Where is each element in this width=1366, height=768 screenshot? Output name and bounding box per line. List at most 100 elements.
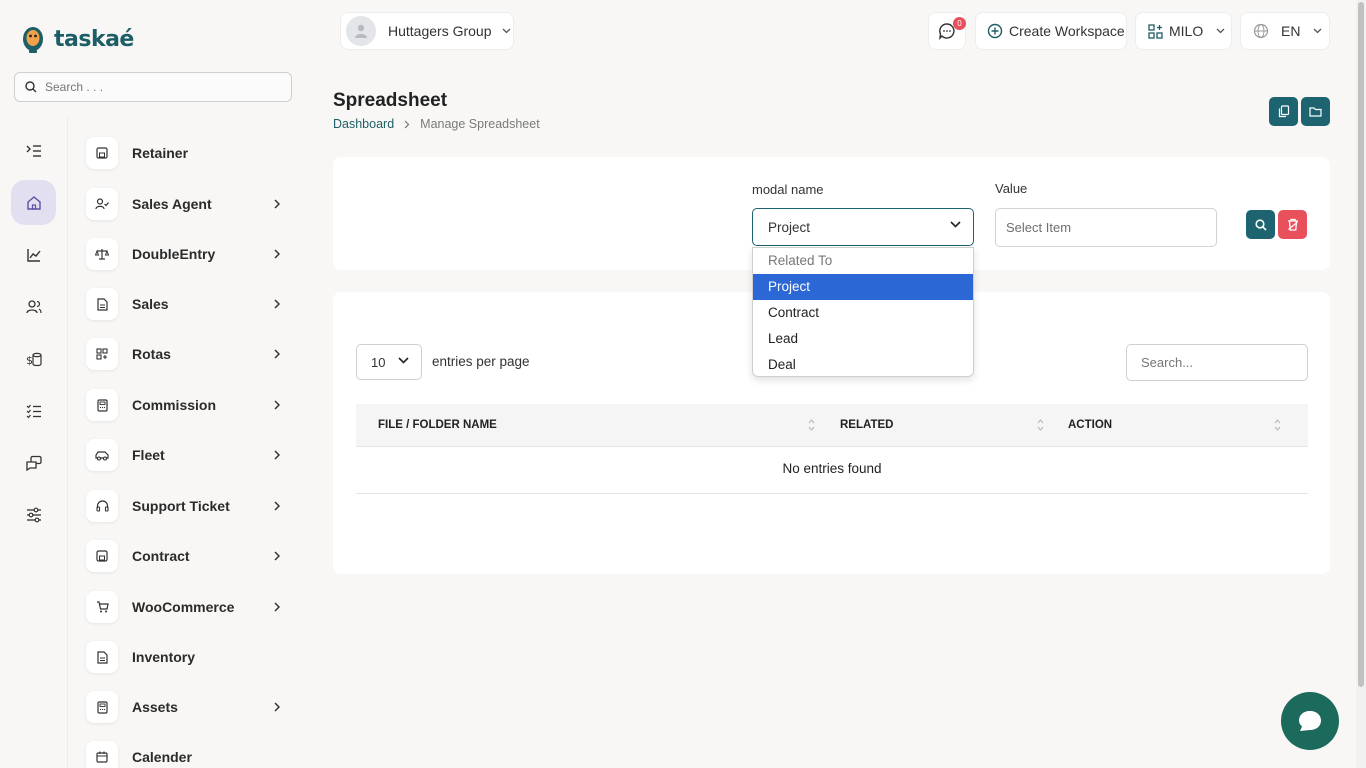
sidebar-item-inventory[interactable]: Inventory <box>86 639 286 675</box>
sidebar-item-label: WooCommerce <box>132 599 235 615</box>
chevron-right-icon <box>274 702 280 712</box>
icon-rail: $ <box>0 118 68 768</box>
table-search-input[interactable] <box>1126 344 1308 381</box>
chevron-down-icon <box>398 357 409 364</box>
create-file-button[interactable] <box>1269 97 1298 126</box>
option-deal[interactable]: Deal <box>753 352 973 376</box>
sort-icon[interactable] <box>1274 418 1281 432</box>
modal-name-dropdown: Related To Project Contract Lead Deal <box>752 247 974 377</box>
trash-icon <box>1287 218 1298 231</box>
search-icon <box>25 81 37 93</box>
file-icon <box>86 641 118 673</box>
create-workspace-button[interactable]: Create Workspace <box>975 12 1127 50</box>
plus-circle-icon <box>987 23 1003 39</box>
analytics-icon[interactable] <box>11 232 56 277</box>
chevron-down-icon <box>1313 28 1322 34</box>
sidebar-item-rotas[interactable]: Rotas <box>86 336 286 372</box>
headset-icon <box>86 490 118 522</box>
value-label: Value <box>995 181 1028 196</box>
sidebar-item-sales-agent[interactable]: Sales Agent <box>86 186 286 222</box>
chevron-right-icon <box>274 249 280 259</box>
page-scrollbar[interactable] <box>1356 0 1366 768</box>
users-icon[interactable] <box>11 284 56 329</box>
sidebar-item-label: Rotas <box>132 346 171 362</box>
chevron-down-icon <box>1216 28 1225 34</box>
logo-icon <box>23 27 43 53</box>
language-code: EN <box>1281 23 1301 39</box>
file-icon <box>86 288 118 320</box>
breadcrumb-current: Manage Spreadsheet <box>420 117 540 131</box>
home-icon[interactable] <box>11 180 56 225</box>
sidebar-item-label: Inventory <box>132 649 196 665</box>
chevron-right-icon <box>274 349 280 359</box>
sidebar-item-contract[interactable]: Contract <box>86 538 286 574</box>
sort-icon[interactable] <box>1037 418 1044 432</box>
sidebar-item-woocommerce[interactable]: WooCommerce <box>86 589 286 625</box>
chevron-down-icon <box>502 28 510 34</box>
messages-icon[interactable] <box>11 440 56 485</box>
chevron-right-icon <box>274 551 280 561</box>
option-project[interactable]: Project <box>753 274 973 300</box>
sidebar-item-calender[interactable]: Calender <box>86 739 286 768</box>
settings-sliders-icon[interactable] <box>11 492 56 537</box>
reset-filter-button[interactable] <box>1278 210 1307 239</box>
sort-icon[interactable] <box>808 418 815 432</box>
apps-icon <box>1148 23 1163 39</box>
page-title: Spreadsheet <box>333 90 448 111</box>
chevron-down-icon <box>950 221 961 228</box>
column-header-related[interactable]: RELATED <box>840 419 893 431</box>
calendar-icon <box>86 741 118 768</box>
workspace-name: Huttagers Group <box>388 23 492 39</box>
car-icon <box>86 439 118 471</box>
value-select[interactable] <box>995 208 1217 247</box>
breadcrumb-dashboard[interactable]: Dashboard <box>333 117 394 131</box>
create-folder-button[interactable] <box>1301 97 1330 126</box>
language-selector[interactable]: EN <box>1240 12 1330 50</box>
user-name: MILO <box>1169 23 1204 39</box>
brand-logo[interactable]: taskaé <box>20 24 134 54</box>
entries-per-page-label: entries per page <box>432 354 530 369</box>
sidebar-item-assets[interactable]: Assets <box>86 689 286 725</box>
create-workspace-label: Create Workspace <box>1009 23 1125 39</box>
cart-icon <box>86 591 118 623</box>
option-contract[interactable]: Contract <box>753 300 973 326</box>
user-check-icon <box>86 188 118 220</box>
sidebar-item-label: Sales <box>132 296 169 312</box>
empty-message: No entries found <box>782 461 882 476</box>
sidebar-item-label: Calender <box>132 749 192 765</box>
save-icon <box>86 137 118 169</box>
search-icon <box>1254 218 1267 231</box>
sidebar-item-label: Fleet <box>132 447 165 463</box>
empty-table-row: No entries found <box>356 447 1308 494</box>
workspace-switcher[interactable]: Huttagers Group <box>340 12 514 50</box>
chevron-right-icon <box>274 199 280 209</box>
sidebar-item-support-ticket[interactable]: Support Ticket <box>86 488 286 524</box>
chevron-right-icon <box>274 299 280 309</box>
option-lead[interactable]: Lead <box>753 326 973 352</box>
scrollbar-thumb[interactable] <box>1358 2 1364 687</box>
sidebar-search[interactable] <box>14 72 292 102</box>
user-menu[interactable]: MILO <box>1135 12 1232 50</box>
sidebar-item-doubleentry[interactable]: DoubleEntry <box>86 236 286 272</box>
task-list-icon[interactable] <box>11 388 56 433</box>
sidebar-item-fleet[interactable]: Fleet <box>86 437 286 473</box>
svg-text:$: $ <box>26 354 33 367</box>
modal-name-select[interactable]: Project <box>752 208 974 246</box>
page-size-select[interactable]: 10 <box>356 344 422 380</box>
brand-name: taskaé <box>54 26 134 52</box>
sidebar-search-input[interactable] <box>45 80 265 94</box>
messages-button[interactable]: 0 <box>928 12 966 50</box>
sidebar-item-retainer[interactable]: Retainer <box>86 135 286 171</box>
column-header-name[interactable]: FILE / FOLDER NAME <box>378 419 497 431</box>
collapse-menu-icon[interactable] <box>11 128 56 173</box>
globe-icon <box>1253 23 1269 39</box>
search-button[interactable] <box>1246 210 1275 239</box>
folder-icon <box>1309 107 1322 117</box>
page-size-value: 10 <box>371 354 386 370</box>
sidebar-item-label: Support Ticket <box>132 498 230 514</box>
finance-icon[interactable]: $ <box>11 336 56 381</box>
sidebar-item-sales[interactable]: Sales <box>86 286 286 322</box>
sidebar-item-commission[interactable]: Commission <box>86 387 286 423</box>
chat-widget-button[interactable] <box>1281 692 1339 750</box>
column-header-action[interactable]: ACTION <box>1068 419 1112 431</box>
